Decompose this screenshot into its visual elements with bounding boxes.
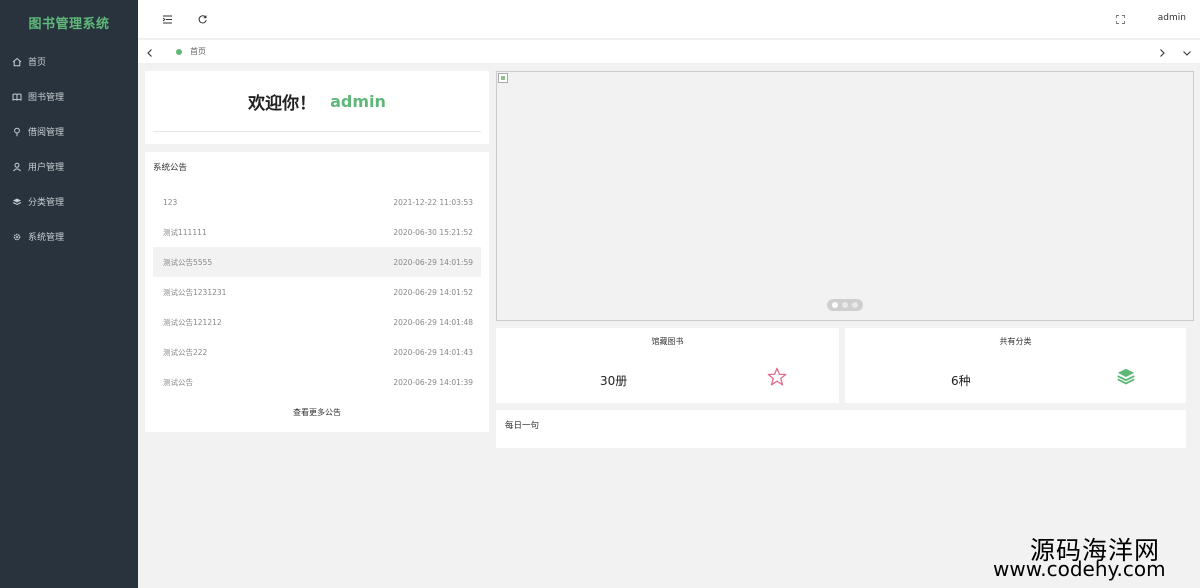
stat-label: 馆藏图书 — [651, 337, 684, 346]
app-logo: 图书管理系统 — [28, 16, 110, 32]
notice-card: 系统公告 123 2021-12-22 11:03:53 测试111111 20… — [145, 152, 489, 432]
carousel-dot[interactable] — [832, 302, 838, 308]
tab-home[interactable]: 首页 — [176, 46, 206, 57]
refresh-button[interactable] — [195, 12, 209, 26]
star-icon — [766, 366, 788, 388]
welcome-text: 欢迎你！ — [248, 93, 317, 114]
notice-title: 测试公告1231231 — [163, 287, 227, 297]
stat-value: 6种 — [951, 374, 971, 388]
notice-time: 2020-06-30 15:21:52 — [393, 227, 473, 237]
notice-item[interactable]: 测试111111 2020-06-30 15:21:52 — [153, 217, 481, 247]
notice-time: 2021-12-22 11:03:53 — [393, 197, 473, 207]
stat-card-books: 馆藏图书 30册 — [496, 328, 839, 403]
fullscreen-icon — [1115, 10, 1126, 29]
tab-scroll-right-button[interactable] — [1155, 45, 1169, 59]
notice-item[interactable]: 123 2021-12-22 11:03:53 — [153, 187, 481, 217]
sidebar-item-books[interactable]: 图书管理 — [0, 79, 138, 114]
notice-title: 测试公告5555 — [163, 257, 213, 267]
tabs-bar: 首页 — [138, 40, 1200, 64]
watermark-url: www.codehy.com — [993, 557, 1166, 581]
carousel-dot[interactable] — [852, 302, 858, 308]
welcome-banner: 欢迎你！ admin — [153, 71, 481, 132]
notice-item[interactable]: 测试公告121212 2020-06-29 14:01:48 — [153, 307, 481, 337]
stat-card-categories: 共有分类 6种 — [845, 328, 1186, 403]
notice-list: 123 2021-12-22 11:03:53 测试111111 2020-06… — [153, 187, 481, 397]
carousel-dot[interactable] — [842, 302, 848, 308]
notice-item[interactable]: 测试公告222 2020-06-29 14:01:43 — [153, 337, 481, 367]
notice-time: 2020-06-29 14:01:52 — [393, 287, 473, 297]
top-header: admin — [138, 0, 1200, 39]
notice-time: 2020-06-29 14:01:39 — [393, 377, 473, 387]
notice-title: 测试公告222 — [163, 347, 208, 357]
refresh-icon — [197, 10, 208, 29]
welcome-card: 欢迎你！ admin — [145, 71, 489, 144]
carousel-indicators — [827, 299, 863, 311]
tab-label: 首页 — [190, 47, 206, 56]
sidebar: 图书管理系统 首页 图书管理 借阅管理 用户管理 分类管理 系统管理 — [0, 0, 138, 588]
notice-title: 测试公告 — [163, 377, 193, 387]
notice-time: 2020-06-29 14:01:48 — [393, 317, 473, 327]
user-icon — [12, 162, 22, 172]
stat-value: 30册 — [600, 374, 628, 388]
sidebar-item-label: 首页 — [28, 58, 47, 68]
notice-title: 测试公告121212 — [163, 317, 222, 327]
notice-item[interactable]: 测试公告1231231 2020-06-29 14:01:52 — [153, 277, 481, 307]
sidebar-item-system[interactable]: 系统管理 — [0, 219, 138, 254]
daily-quote-title: 每日一句 — [505, 421, 540, 431]
home-icon — [12, 57, 22, 67]
notice-time: 2020-06-29 14:01:59 — [393, 257, 473, 267]
chevron-right-icon — [1157, 43, 1167, 62]
layers-icon — [1115, 366, 1137, 388]
notice-title: 测试111111 — [163, 227, 207, 237]
sidebar-item-label: 系统管理 — [28, 233, 65, 243]
notice-time: 2020-06-29 14:01:43 — [393, 347, 473, 357]
sidebar-item-categories[interactable]: 分类管理 — [0, 184, 138, 219]
notice-card-title: 系统公告 — [153, 163, 188, 173]
sidebar-item-users[interactable]: 用户管理 — [0, 149, 138, 184]
notice-item[interactable]: 测试公告5555 2020-06-29 14:01:59 — [153, 247, 481, 277]
sidebar-item-borrow[interactable]: 借阅管理 — [0, 114, 138, 149]
chevron-down-icon — [1182, 43, 1192, 62]
pin-icon — [12, 127, 22, 137]
notice-title: 123 — [163, 197, 178, 207]
image-carousel[interactable] — [496, 71, 1194, 321]
menu-fold-icon — [162, 10, 173, 29]
sidebar-nav: 首页 图书管理 借阅管理 用户管理 分类管理 系统管理 — [0, 44, 138, 254]
sidebar-item-label: 借阅管理 — [28, 128, 65, 138]
broken-image-icon — [498, 73, 508, 83]
more-notices-link[interactable]: 查看更多公告 — [145, 407, 489, 418]
sidebar-item-home[interactable]: 首页 — [0, 44, 138, 79]
gear-icon — [12, 232, 22, 242]
sidebar-item-label: 分类管理 — [28, 198, 65, 208]
user-menu[interactable]: admin — [1158, 13, 1186, 23]
notice-item[interactable]: 测试公告 2020-06-29 14:01:39 — [153, 367, 481, 397]
tab-scroll-left-button[interactable] — [143, 45, 157, 59]
sidebar-item-label: 图书管理 — [28, 93, 65, 103]
stat-label: 共有分类 — [999, 337, 1032, 346]
layers-icon — [12, 197, 22, 207]
welcome-username: admin — [330, 91, 386, 111]
tab-menu-button[interactable] — [1180, 45, 1194, 59]
menu-toggle-button[interactable] — [160, 12, 174, 26]
active-tab-dot — [176, 48, 182, 55]
book-icon — [12, 92, 22, 102]
fullscreen-button[interactable] — [1113, 12, 1127, 26]
sidebar-item-label: 用户管理 — [28, 163, 65, 173]
chevron-left-icon — [145, 43, 155, 62]
daily-quote-card: 每日一句 — [496, 410, 1186, 448]
